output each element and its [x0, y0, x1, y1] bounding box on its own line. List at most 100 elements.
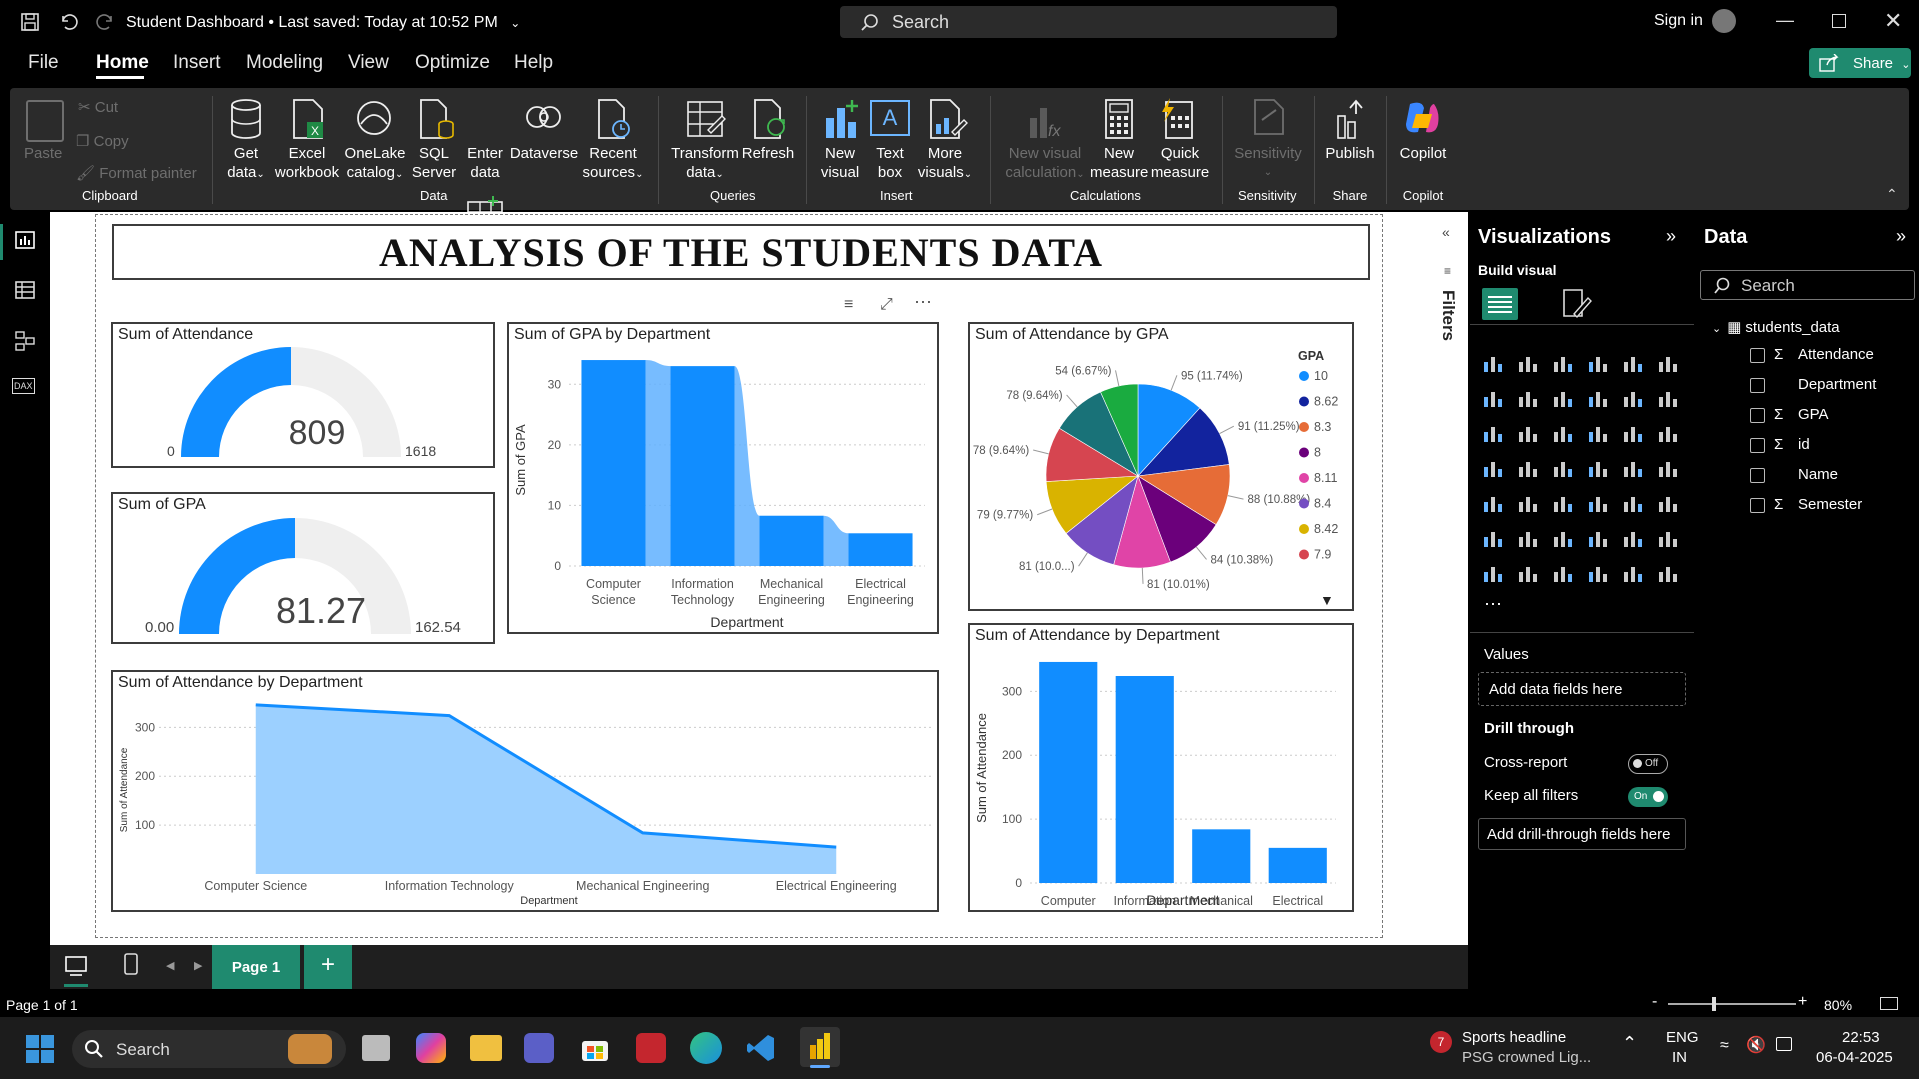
add-page-button[interactable]: +: [304, 945, 352, 989]
task-view-icon[interactable]: [362, 1035, 390, 1061]
more-visuals-dots-icon[interactable]: ⋯: [1484, 594, 1502, 615]
recent-sources-button[interactable]: Recent sources⌄: [580, 144, 646, 184]
minimize-icon[interactable]: —: [1776, 10, 1794, 31]
stacked-column-icon[interactable]: [1517, 352, 1541, 376]
expand-filters-icon[interactable]: «: [1442, 224, 1450, 240]
drill-through-drop-zone[interactable]: Add drill-through fields here: [1478, 818, 1686, 850]
copilot-button[interactable]: Copilot: [1394, 144, 1452, 163]
language-in[interactable]: IN: [1672, 1049, 1687, 1066]
ribbon-icon[interactable]: [1587, 387, 1611, 411]
area-chart-icon[interactable]: [1517, 387, 1541, 411]
100-column-icon[interactable]: [1657, 352, 1681, 376]
r-visual-icon[interactable]: [1657, 492, 1681, 516]
more-options-icon[interactable]: ⋯: [914, 292, 932, 313]
new-visual-calculation-button[interactable]: New visual calculation⌄: [1002, 144, 1088, 184]
field-checkbox[interactable]: [1750, 348, 1765, 363]
search-box[interactable]: Search: [840, 6, 1337, 38]
metrics-icon[interactable]: [1552, 562, 1576, 586]
key-influencers-icon[interactable]: [1517, 527, 1541, 551]
pie-icon[interactable]: [1622, 422, 1646, 446]
new-card-icon[interactable]: [1587, 562, 1611, 586]
page-tab-1[interactable]: Page 1: [212, 945, 300, 989]
windows-start-icon[interactable]: [26, 1035, 54, 1068]
gpa-by-department-card[interactable]: Sum of GPA by Department 0 10 20 30 Computer…: [507, 322, 939, 634]
treemap-icon[interactable]: [1482, 457, 1506, 481]
field-checkbox[interactable]: [1750, 498, 1765, 513]
attendance-by-gpa-card[interactable]: Sum of Attendance by GPA 95 (11.74%) 91 (…: [968, 322, 1354, 611]
bar[interactable]: [848, 533, 913, 566]
gauge-attendance-card[interactable]: Sum of Attendance 809 0 1618: [111, 322, 495, 468]
field-checkbox[interactable]: [1750, 438, 1765, 453]
field-checkbox[interactable]: [1750, 408, 1765, 423]
clustered-bar-icon[interactable]: [1552, 352, 1576, 376]
line-clustered-icon[interactable]: [1517, 422, 1541, 446]
collapse-viz-icon[interactable]: »: [1666, 226, 1676, 247]
enter-data-button[interactable]: Enter data: [462, 144, 508, 182]
bar[interactable]: [581, 360, 646, 566]
news-subtitle[interactable]: PSG crowned Lig...: [1462, 1049, 1591, 1066]
menu-modeling[interactable]: Modeling: [246, 52, 323, 74]
paste-button[interactable]: Paste: [24, 144, 62, 163]
wifi-icon[interactable]: ≈: [1720, 1037, 1729, 1055]
file-explorer-icon[interactable]: [470, 1035, 502, 1061]
legend-item[interactable]: 8.62: [1314, 395, 1338, 409]
new-measure-button[interactable]: New measure: [1090, 144, 1148, 182]
quick-measure-button[interactable]: Quick measure: [1150, 144, 1210, 182]
funnel-icon[interactable]: [1657, 387, 1681, 411]
menu-help[interactable]: Help: [514, 52, 553, 74]
100-bar-icon[interactable]: [1622, 352, 1646, 376]
zoom-slider[interactable]: [1668, 1003, 1796, 1005]
filters-pane-collapsed[interactable]: « ≡ Filters: [1428, 212, 1468, 945]
power-automate-icon[interactable]: [1517, 562, 1541, 586]
transform-data-button[interactable]: Transform data⌄: [670, 144, 740, 184]
model-view-icon[interactable]: [14, 330, 36, 357]
cut-button[interactable]: ✂ Cut: [78, 98, 118, 117]
fit-to-page-icon[interactable]: [1880, 997, 1898, 1010]
menu-view[interactable]: View: [348, 52, 389, 74]
gauge-gpa-card[interactable]: Sum of GPA 81.27 0.00 162.54: [111, 492, 495, 644]
bar[interactable]: [1039, 661, 1098, 883]
sensitivity-button[interactable]: Sensitivity ⌄: [1232, 144, 1304, 182]
slicer-icon[interactable]: [1552, 492, 1576, 516]
gauge-icon[interactable]: [1622, 457, 1646, 481]
table-view-icon[interactable]: [14, 280, 36, 305]
format-painter-button[interactable]: 🖌 Format painter: [76, 164, 197, 183]
stacked-bar-icon[interactable]: [1482, 352, 1506, 376]
paginated-icon[interactable]: [1657, 527, 1681, 551]
clock-date[interactable]: 06-04-2025: [1816, 1049, 1893, 1066]
funnel-2-icon[interactable]: [1552, 422, 1576, 446]
scatter-icon[interactable]: [1587, 422, 1611, 446]
excel-workbook-button[interactable]: Excel workbook: [272, 144, 342, 182]
redo-icon[interactable]: [94, 10, 118, 34]
menu-file[interactable]: File: [28, 52, 59, 74]
table-icon[interactable]: [1587, 492, 1611, 516]
legend-item[interactable]: 8.4: [1314, 497, 1331, 511]
teams-icon[interactable]: [524, 1033, 554, 1063]
news-title[interactable]: Sports headline: [1462, 1029, 1566, 1046]
share-button[interactable]: Share ⌄: [1809, 48, 1911, 78]
undo-icon[interactable]: [56, 10, 80, 34]
menu-home[interactable]: Home: [96, 52, 149, 74]
prev-page-icon[interactable]: ◀: [166, 959, 174, 972]
field-name[interactable]: Name: [1750, 466, 1910, 486]
data-search-input[interactable]: Search: [1700, 270, 1915, 300]
store-icon[interactable]: [580, 1033, 610, 1063]
more-2-icon[interactable]: [1657, 562, 1681, 586]
field-id[interactable]: Σid: [1750, 436, 1910, 456]
decomposition-icon[interactable]: [1552, 527, 1576, 551]
show-hidden-icons[interactable]: ⌃: [1622, 1033, 1637, 1054]
power-apps-icon[interactable]: [1482, 562, 1506, 586]
attendance-area-card[interactable]: Sum of Attendance by Department 100 200 30…: [111, 670, 939, 912]
multi-row-card-icon[interactable]: [1482, 492, 1506, 516]
bar[interactable]: [670, 366, 735, 566]
taskbar-search[interactable]: Search: [72, 1030, 346, 1068]
wps-office-icon[interactable]: [636, 1033, 666, 1063]
collapse-data-icon[interactable]: »: [1896, 226, 1906, 247]
card-icon[interactable]: [1657, 457, 1681, 481]
format-visual-tab[interactable]: [1560, 288, 1594, 325]
filled-map-icon[interactable]: [1552, 457, 1576, 481]
legend-item[interactable]: 7.9: [1314, 548, 1331, 562]
dataverse-button[interactable]: Dataverse: [508, 144, 580, 163]
copy-button[interactable]: ❐ Copy: [76, 132, 129, 151]
focus-mode-icon[interactable]: ⤢: [880, 296, 893, 314]
